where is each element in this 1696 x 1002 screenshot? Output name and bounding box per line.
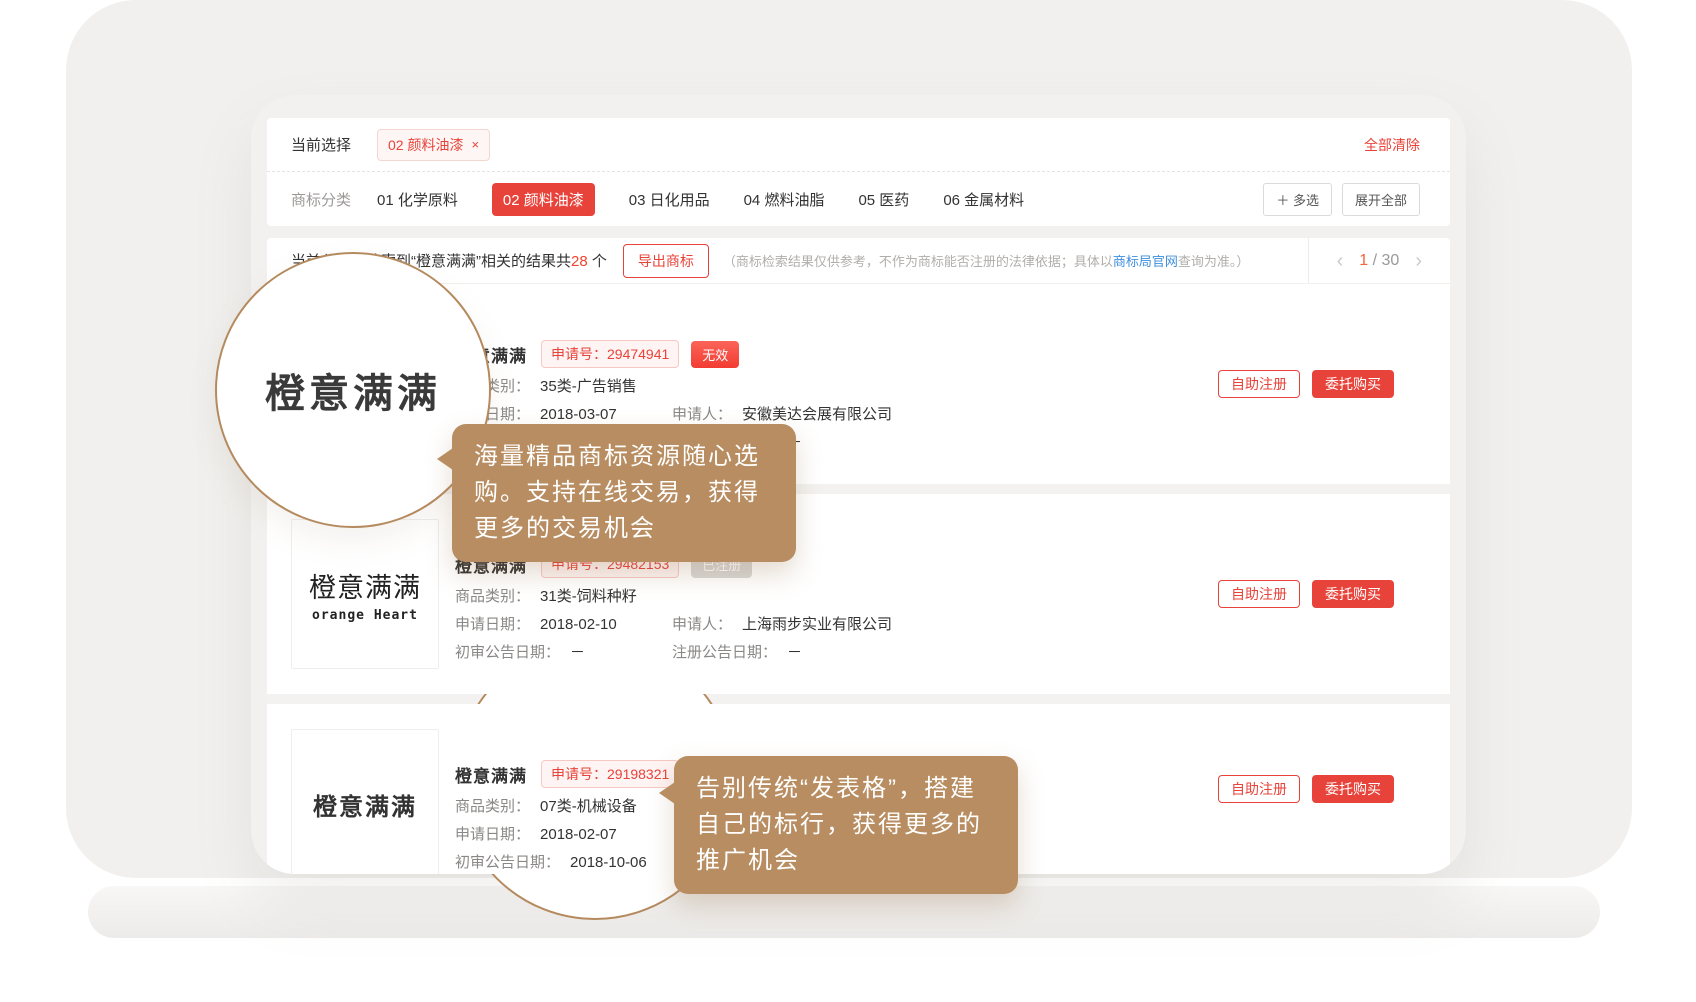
selected-filter-tag-label: 02 颜料油漆 bbox=[388, 135, 463, 155]
category-item-03[interactable]: 03 日化用品 bbox=[629, 189, 710, 210]
apply-date-key: 申请日期： bbox=[455, 615, 530, 634]
tooltip-promotion: 告别传统“发表格”，搭建 自己的标行，获得更多的 推广机会 bbox=[674, 756, 1018, 894]
export-trademarks-button[interactable]: 导出商标 bbox=[623, 244, 709, 278]
application-no-value: 29474941 bbox=[607, 346, 669, 362]
current-selection-label: 当前选择 bbox=[291, 134, 351, 155]
category-item-01[interactable]: 01 化学原料 bbox=[377, 189, 458, 210]
application-no-value: 29198321 bbox=[607, 766, 669, 782]
magnifier-circle-top: 橙意满满 bbox=[215, 252, 491, 528]
results-disclaimer: （商标检索结果仅供参考，不作为商标能否注册的法律依据；具体以商标局官网查询为准。… bbox=[723, 251, 1250, 270]
filter-buttons: ＋ 多选 展开全部 bbox=[1263, 183, 1420, 216]
filter-panel: 当前选择 02 颜料油漆 × 全部清除 商标分类 01 化学原料 02 颜料油漆… bbox=[267, 118, 1450, 226]
first-publication-value: － bbox=[570, 643, 585, 662]
current-page: 1 bbox=[1359, 252, 1368, 269]
category-value: 31类-饲料种籽 bbox=[540, 587, 637, 606]
self-register-button[interactable]: 自助注册 bbox=[1218, 580, 1300, 608]
magnified-trademark-text: 橙意满满 bbox=[265, 361, 441, 419]
apply-date-key: 申请日期： bbox=[455, 825, 530, 844]
chevron-left-icon[interactable]: ‹ bbox=[1337, 251, 1344, 271]
clear-all-link[interactable]: 全部清除 bbox=[1364, 135, 1420, 155]
application-no-label: 申请号： bbox=[551, 346, 607, 362]
disclaimer-text-post: 查询为准。） bbox=[1178, 254, 1250, 269]
apply-date-value: 2018-03-07 bbox=[540, 405, 617, 424]
trademark-image: 橙意满满 orange Heart bbox=[291, 519, 439, 669]
self-register-button[interactable]: 自助注册 bbox=[1218, 775, 1300, 803]
first-publication-value: 2018-10-06 bbox=[570, 853, 647, 872]
category-item-04[interactable]: 04 燃料油脂 bbox=[744, 189, 825, 210]
table-row: 橙意满满 orange Heart 橙意满满 申请号：29482153 已注册 … bbox=[267, 494, 1450, 694]
trademark-office-link[interactable]: 商标局官网 bbox=[1113, 254, 1178, 269]
trademark-image-text: 橙意满满 bbox=[313, 787, 417, 822]
reg-publication-key: 注册公告日期： bbox=[672, 643, 777, 662]
results-header: 当前分类共检索到“橙意满满”相关的结果共28 个 导出商标 （商标检索结果仅供参… bbox=[267, 238, 1450, 284]
apply-date-value: 2018-02-10 bbox=[540, 615, 617, 634]
category-item-02-active[interactable]: 02 颜料油漆 bbox=[492, 183, 595, 216]
results-count: 28 bbox=[571, 253, 588, 270]
status-badge: 无效 bbox=[691, 341, 739, 368]
chevron-right-icon[interactable]: › bbox=[1415, 251, 1422, 271]
current-selection-row: 当前选择 02 颜料油漆 × 全部清除 bbox=[267, 118, 1450, 172]
page-separator: / bbox=[1373, 252, 1377, 269]
multi-select-button[interactable]: ＋ 多选 bbox=[1263, 183, 1332, 216]
category-list: 01 化学原料 02 颜料油漆 03 日化用品 04 燃料油脂 05 医药 06… bbox=[377, 183, 1024, 216]
category-key: 商品类别： bbox=[455, 587, 530, 606]
category-value: 07类-机械设备 bbox=[540, 797, 637, 816]
entrust-buy-button[interactable]: 委托购买 bbox=[1312, 775, 1394, 803]
entrust-buy-button[interactable]: 委托购买 bbox=[1312, 580, 1394, 608]
category-value: 35类-广告销售 bbox=[540, 377, 637, 396]
row-actions: 自助注册 委托购买 bbox=[1218, 370, 1394, 398]
trademark-image-subtext: orange Heart bbox=[312, 608, 418, 623]
category-label: 商标分类 bbox=[291, 189, 351, 210]
total-pages: 30 bbox=[1382, 252, 1400, 269]
row-divider bbox=[267, 694, 1450, 704]
category-item-06[interactable]: 06 金属材料 bbox=[943, 189, 1024, 210]
selected-filter-tag[interactable]: 02 颜料油漆 × bbox=[377, 129, 490, 161]
trademark-info: 橙意满满 申请号：29198321 商品类别： 07类-机械设备 申请日期： 201… bbox=[455, 760, 679, 872]
applicant-value: 安徽美达会展有限公司 bbox=[742, 405, 892, 424]
pagination: ‹ 1 / 30 › bbox=[1308, 238, 1450, 283]
apply-date-value: 2018-02-07 bbox=[540, 825, 617, 844]
close-icon[interactable]: × bbox=[471, 137, 479, 152]
application-no-badge: 申请号：29474941 bbox=[541, 340, 679, 368]
trademark-info: 橙意满满 申请号：29482153 已注册 商品类别：31类-饲料种籽 申请日期… bbox=[455, 550, 892, 662]
first-publication-key: 初审公告日期： bbox=[455, 853, 560, 872]
trademark-image-text: 橙意满满 bbox=[309, 566, 421, 605]
expand-all-button[interactable]: 展开全部 bbox=[1342, 183, 1420, 216]
category-row: 商标分类 01 化学原料 02 颜料油漆 03 日化用品 04 燃料油脂 05 … bbox=[267, 172, 1450, 226]
applicant-value: 上海雨步实业有限公司 bbox=[742, 615, 892, 634]
category-item-05[interactable]: 05 医药 bbox=[858, 189, 909, 210]
first-publication-key: 初审公告日期： bbox=[455, 643, 560, 662]
trademark-title: 橙意满满 bbox=[455, 762, 527, 787]
entrust-buy-button[interactable]: 委托购买 bbox=[1312, 370, 1394, 398]
self-register-button[interactable]: 自助注册 bbox=[1218, 370, 1300, 398]
row-actions: 自助注册 委托购买 bbox=[1218, 775, 1394, 803]
summary-suffix: 个 bbox=[588, 253, 607, 270]
trademark-image: 橙意满满 bbox=[291, 729, 439, 874]
applicant-key: 申请人： bbox=[672, 615, 732, 634]
reg-publication-value: － bbox=[787, 643, 802, 662]
application-no-label: 申请号： bbox=[551, 766, 607, 782]
tooltip-marketplace: 海量精品商标资源随心选 购。支持在线交易，获得 更多的交易机会 bbox=[452, 424, 796, 562]
applicant-key: 申请人： bbox=[672, 405, 732, 424]
category-key: 商品类别： bbox=[455, 797, 530, 816]
disclaimer-text-pre: （商标检索结果仅供参考，不作为商标能否注册的法律依据；具体以 bbox=[723, 254, 1113, 269]
row-actions: 自助注册 委托购买 bbox=[1218, 580, 1394, 608]
